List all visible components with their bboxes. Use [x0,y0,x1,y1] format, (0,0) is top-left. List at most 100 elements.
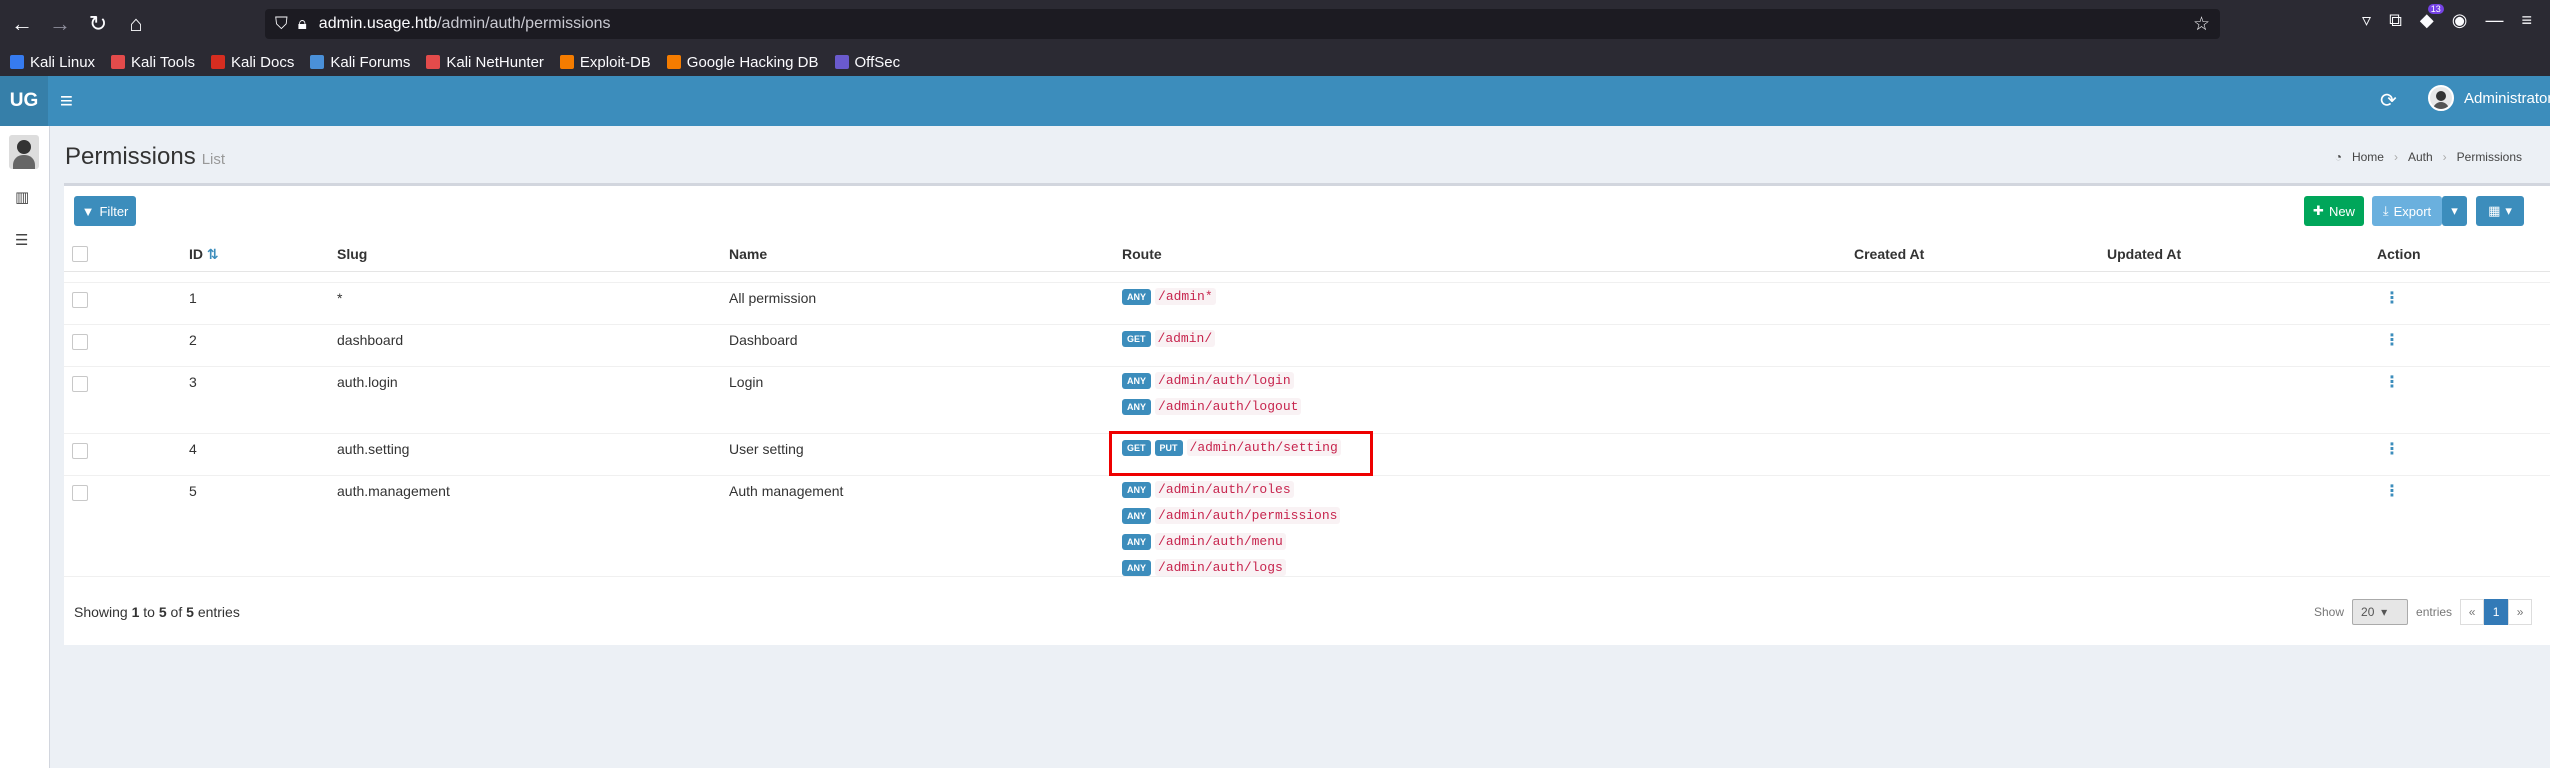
column-id[interactable]: ID ⇅ [189,246,219,263]
sort-icon[interactable]: ⇅ [207,246,219,262]
chart-icon[interactable]: ▥ [15,188,29,206]
foxyproxy-icon[interactable]: ◉ [2452,10,2468,31]
route-entry: ANY/admin/auth/login [1122,372,1294,390]
url-text: admin.usage.htb/admin/auth/permissions [318,15,611,32]
method-badge: ANY [1122,559,1152,576]
bookmark-item[interactable]: Kali Docs [210,54,294,71]
row-checkbox[interactable] [72,292,88,308]
extensions-icon[interactable]: ⧉ [2389,10,2402,31]
caret-down-icon: ▾ [2505,203,2512,218]
url-bar[interactable]: ⛉ 🔒︎ admin.usage.htb/admin/auth/permissi… [265,9,2220,39]
app-logo[interactable]: UG [0,76,48,126]
bookmark-icon [834,55,849,69]
bookmark-star-icon[interactable]: ☆ [2193,13,2210,36]
dashboard-icon: ◔ [2334,150,2342,164]
bookmark-item[interactable]: Google Hacking DB [666,53,819,71]
entries-label: entries [2416,605,2453,619]
row-id: 2 [189,332,197,348]
row-checkbox[interactable] [72,376,88,392]
method-badge: ANY [1122,481,1152,498]
extension-badge-icon[interactable]: ◆ 13 [2420,4,2444,31]
route-path: /admin/auth/roles [1155,481,1294,499]
row-slug: auth.management [337,483,450,499]
show-label: Show [2314,605,2345,619]
pagination: Show 20 ▾ entries « 1 » [2314,599,2533,625]
row-checkbox[interactable] [72,443,88,459]
row-name: All permission [729,290,817,306]
row-divider [64,366,2550,367]
sidebar-toggle-icon[interactable]: ≡ [60,88,73,114]
bookmark-icon [666,55,681,69]
row-actions-icon[interactable]: ⋮ [2384,481,2400,501]
avatar [2428,85,2454,111]
bookmark-item[interactable]: Kali Linux [10,54,95,71]
method-badge: ANY [1122,507,1152,524]
row-slug: dashboard [337,332,404,348]
route-path: /admin/auth/logout [1155,398,1302,416]
bookmark-item[interactable]: Exploit-DB [559,54,651,71]
row-actions-icon[interactable]: ⋮ [2384,288,2400,308]
row-name: Auth management [729,483,844,499]
forward-icon[interactable]: → [44,8,76,40]
row-name: User setting [729,441,804,457]
bookmark-icon [111,55,126,69]
pocket-icon[interactable]: ▿ [2362,10,2371,31]
bookmark-item[interactable]: Kali NetHunter [426,54,544,71]
row-id: 4 [189,441,197,457]
reload-icon[interactable]: ↻ [82,8,114,40]
list-icon[interactable]: ☰ [15,231,28,249]
page-title: Permissions List [65,143,226,170]
bookmark-label: Kali NetHunter [446,53,544,71]
route-entry: ANY/admin/auth/menu [1122,533,1286,551]
column-updated-at: Updated At [2107,246,2182,262]
row-actions-icon[interactable]: ⋮ [2384,330,2400,350]
bookmark-icon [310,55,325,69]
table-header: ID ⇅ Slug Name Route Created At Updated … [64,236,2550,272]
route-entry: ANY/admin* [1122,288,1216,306]
back-icon[interactable]: ← [6,8,38,40]
route-entry: ANY/admin/auth/logs [1122,559,1286,577]
route-entry: GET/admin/ [1122,330,1216,348]
bookmark-label: Google Hacking DB [686,53,819,71]
breadcrumb-auth[interactable]: Auth [2408,150,2433,164]
method-badge: ANY [1122,533,1152,550]
filter-button[interactable]: ▼ Filter [74,196,136,226]
page-1-button[interactable]: 1 [2484,599,2509,625]
prev-page-button[interactable]: « [2460,599,2485,625]
breadcrumb: ◔ Home › Auth › Permissions [2334,150,2522,164]
row-checkbox[interactable] [72,334,88,350]
user-name: Administrator [2464,89,2550,107]
refresh-icon[interactable]: ⟳ [2380,88,2397,113]
route-path: /admin/ [1154,330,1216,348]
overflow-icon[interactable]: — [2485,10,2503,31]
per-page-select[interactable]: 20 ▾ [2352,599,2409,625]
bookmark-icon [426,55,441,69]
breadcrumb-home[interactable]: Home [2352,150,2384,164]
next-page-button[interactable]: » [2508,599,2533,625]
columns-button[interactable]: ▦ ▾ [2476,196,2524,226]
row-id: 5 [189,483,197,499]
bookmark-item[interactable]: OffSec [834,53,901,71]
row-actions-icon[interactable]: ⋮ [2384,439,2400,459]
menu-icon[interactable]: ≡ [2521,10,2532,31]
bookmark-label: OffSec [854,53,901,71]
column-created-at: Created At [1854,246,1925,262]
bookmark-label: Kali Forums [330,53,411,71]
user-menu[interactable]: Administrator [2428,85,2550,111]
table-icon: ▦ [2488,203,2501,218]
export-button[interactable]: ⤓ Export [2372,196,2442,226]
new-button[interactable]: ✚ New [2304,196,2364,226]
route-entry: ANY/admin/auth/roles [1122,481,1294,499]
row-name: Dashboard [729,332,798,348]
bookmark-item[interactable]: Kali Forums [310,54,410,71]
download-icon: ⤓ [2382,203,2389,218]
home-icon[interactable]: ⌂ [120,8,152,40]
row-checkbox[interactable] [72,485,88,501]
row-id: 1 [189,290,197,306]
highlight-box [1109,431,1373,476]
export-dropdown-button[interactable]: ▾ [2442,196,2467,226]
row-actions-icon[interactable]: ⋮ [2384,372,2400,392]
select-all-checkbox[interactable] [72,246,88,262]
caret-down-icon: ▾ [2381,605,2388,619]
bookmark-item[interactable]: Kali Tools [111,54,195,71]
